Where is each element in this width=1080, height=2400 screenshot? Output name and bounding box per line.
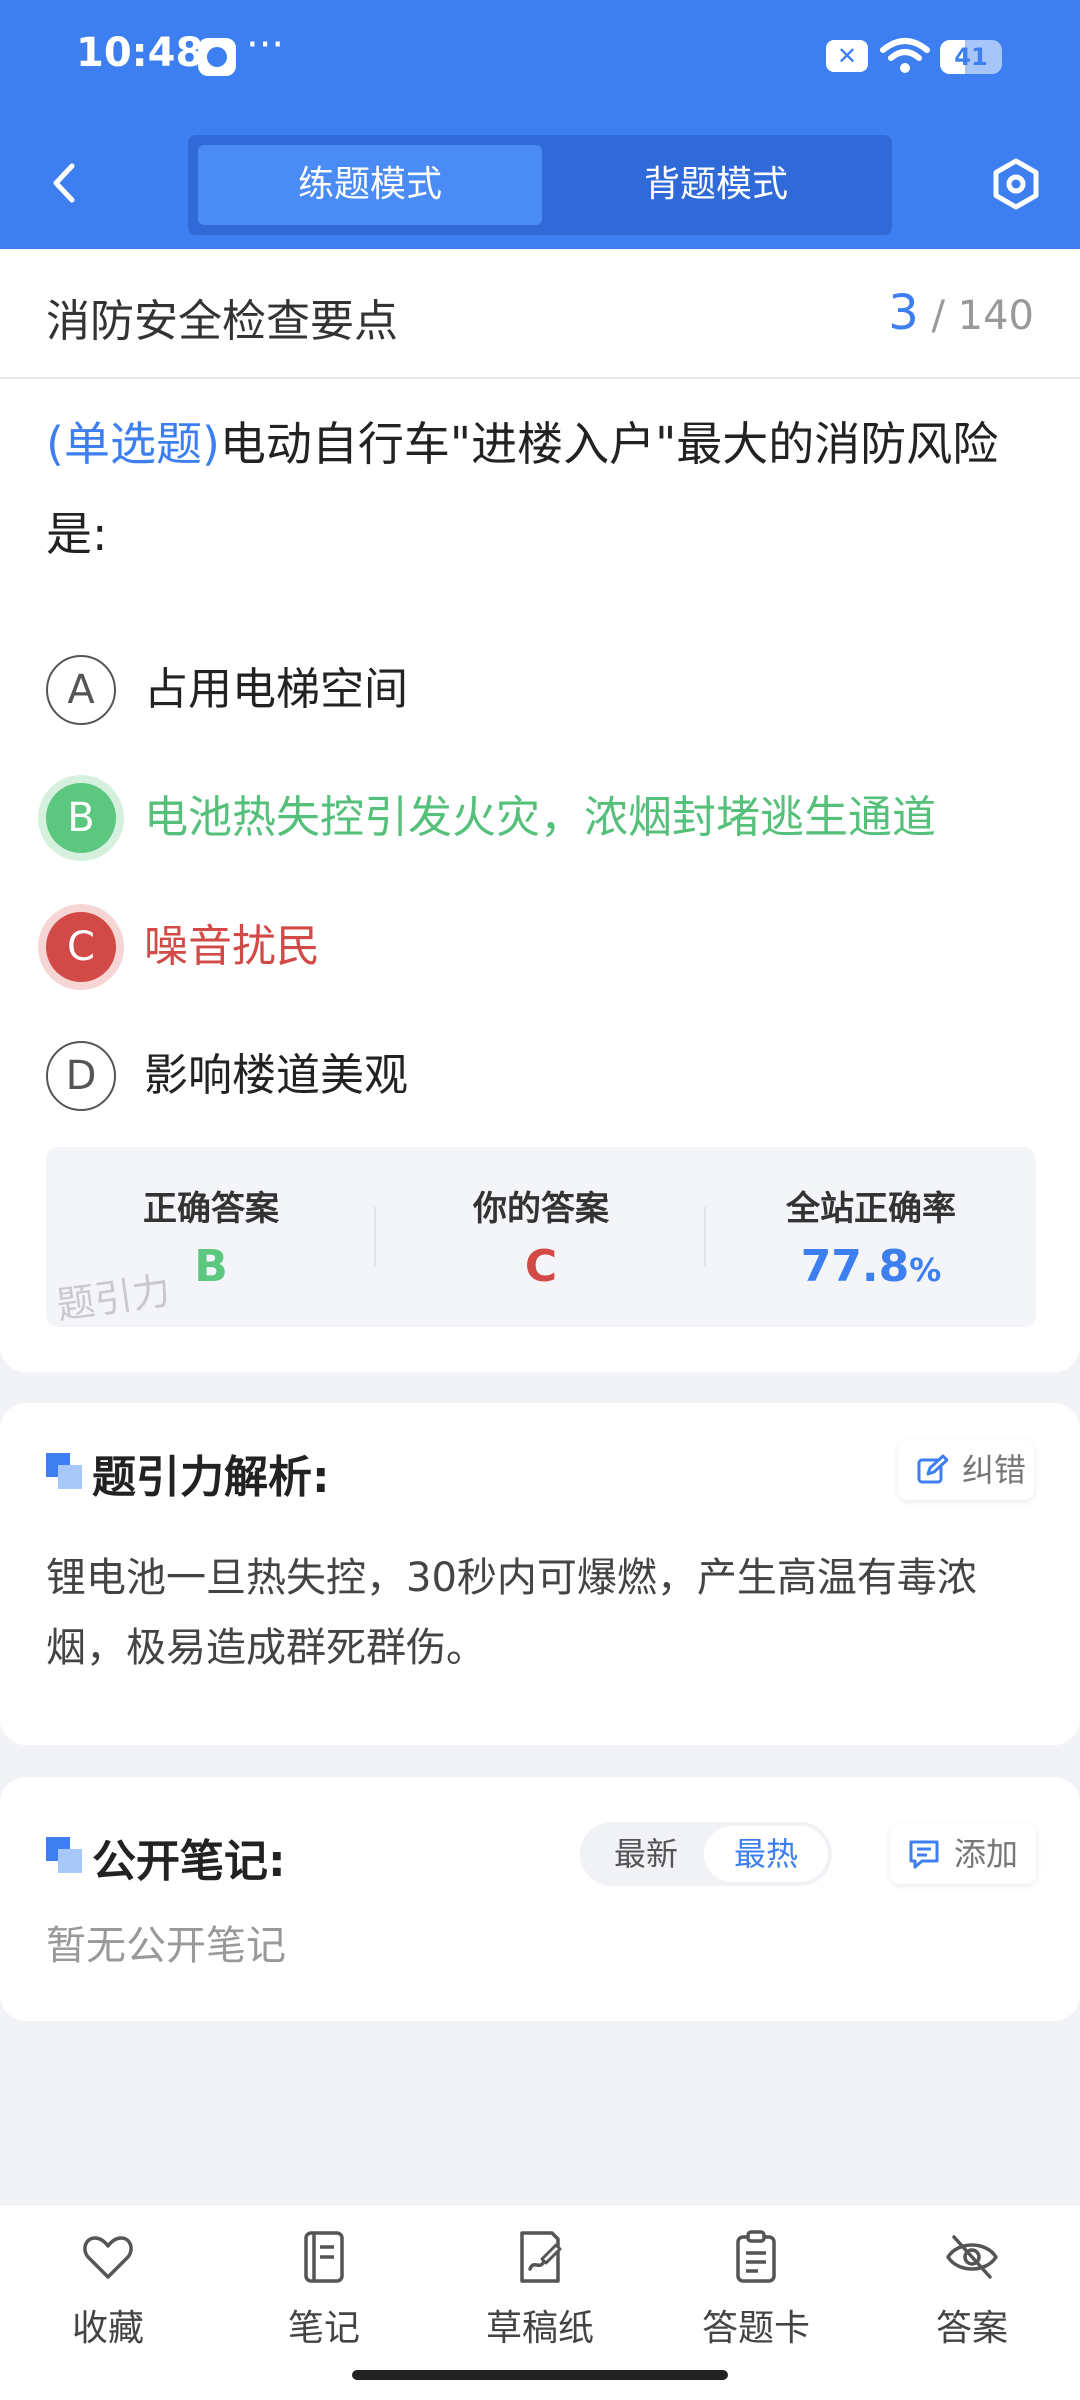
- correct-answer-label: 正确答案: [143, 1189, 279, 1229]
- question-card: 消防安全检查要点 3 / 140 (单选题)电动自行车"进楼入户"最大的消防风险…: [0, 249, 1080, 1372]
- option-c[interactable]: C 噪音扰民: [46, 906, 1036, 986]
- chapter-title: 消防安全检查要点: [46, 296, 398, 347]
- answer-sheet-icon: [736, 2230, 776, 2283]
- edit-icon: [917, 1454, 948, 1484]
- nav-label: 草稿纸: [485, 2308, 594, 2349]
- accuracy-label: 全站正确率: [786, 1189, 956, 1229]
- wifi-icon: [880, 38, 930, 73]
- accuracy-number: 77.8: [800, 1241, 910, 1292]
- total-questions: / 140: [931, 293, 1034, 339]
- header: 10:48 ··· ✕ 41 练题模式 背题模式: [0, 0, 1080, 249]
- nav-favorite[interactable]: 收藏: [0, 2229, 216, 2369]
- app-notification-icon: [198, 38, 236, 76]
- accuracy-column: 全站正确率 77.8%: [706, 1147, 1036, 1327]
- home-indicator[interactable]: [352, 2370, 728, 2380]
- accuracy-unit: %: [909, 1251, 942, 1289]
- analysis-title: 题引力解析:: [92, 1452, 330, 1503]
- nav-answer-sheet[interactable]: 答题卡: [648, 2229, 864, 2369]
- mode-toggle: 练题模式 背题模式: [188, 135, 892, 235]
- section-icon: [46, 1837, 82, 1873]
- tab-practice-mode[interactable]: 练题模式: [198, 145, 542, 225]
- option-letter: A: [46, 655, 116, 725]
- your-answer-value: C: [524, 1241, 558, 1292]
- nav-answer[interactable]: 答案: [864, 2229, 1080, 2369]
- notebook-icon: [304, 2231, 344, 2283]
- notes-title: 公开笔记:: [92, 1836, 286, 1887]
- sort-newest[interactable]: 最新: [584, 1826, 708, 1882]
- nav-label: 答题卡: [701, 2308, 810, 2349]
- option-letter: B: [46, 783, 116, 853]
- notes-sort-toggle: 最新 最热: [580, 1822, 832, 1886]
- battery-level: 41: [954, 43, 988, 71]
- nav-label: 答案: [935, 2308, 1008, 2349]
- option-a[interactable]: A 占用电梯空间: [46, 649, 1036, 729]
- tab-memorize-mode[interactable]: 背题模式: [544, 145, 888, 225]
- add-note-button[interactable]: 添加: [890, 1824, 1036, 1884]
- report-error-button[interactable]: 纠错: [898, 1440, 1034, 1500]
- accuracy-value: 77.8%: [706, 1241, 1036, 1292]
- status-bar: 10:48 ··· ✕ 41: [0, 0, 1080, 118]
- your-answer-label: 你的答案: [473, 1189, 609, 1229]
- notes-card: 公开笔记: 最新 最热 添加 暂无公开笔记: [0, 1777, 1080, 2021]
- battery-icon: 41: [940, 40, 1002, 74]
- option-letter: D: [46, 1041, 116, 1111]
- option-b[interactable]: B 电池热失控引发火灾，浓烟封堵逃生通道: [46, 777, 1036, 857]
- analysis-card: 题引力解析: 纠错 锂电池一旦热失控，30秒内可爆燃，产生高温有毒浓烟，极易造成…: [0, 1403, 1080, 1745]
- question-type-label: (单选题): [46, 417, 220, 471]
- sort-hottest[interactable]: 最热: [704, 1826, 828, 1882]
- option-letter: C: [46, 912, 116, 982]
- analysis-text: 锂电池一旦热失控，30秒内可爆燃，产生高温有毒浓烟，极易造成群死群伤。: [46, 1555, 977, 1671]
- question-text: (单选题)电动自行车"进楼入户"最大的消防风险是:: [46, 399, 1036, 579]
- eye-off-icon: [946, 2235, 998, 2279]
- option-text: 影响楼道美观: [144, 1050, 408, 1101]
- report-error-label: 纠错: [962, 1451, 1027, 1489]
- add-note-label: 添加: [954, 1835, 1019, 1873]
- empty-notes-text: 暂无公开笔记: [46, 1923, 286, 1969]
- option-d[interactable]: D 影响楼道美观: [46, 1035, 1036, 1115]
- your-answer-column: 你的答案 C: [376, 1147, 706, 1327]
- option-text: 占用电梯空间: [144, 664, 408, 715]
- draft-icon: [520, 2231, 562, 2283]
- more-notifications-icon: ···: [246, 22, 285, 68]
- status-time: 10:48: [76, 30, 204, 76]
- question-counter: 3 / 140: [888, 285, 1034, 341]
- option-text: 电池热失控引发火灾，浓烟封堵逃生通道: [144, 792, 936, 843]
- chapter-row: 消防安全检查要点 3 / 140: [0, 249, 1080, 379]
- back-button[interactable]: [40, 158, 90, 208]
- answer-summary: 正确答案 B 你的答案 C 全站正确率 77.8% 题引力: [46, 1147, 1036, 1328]
- current-question-number: 3: [888, 285, 919, 341]
- settings-icon[interactable]: [990, 158, 1042, 210]
- section-icon: [46, 1453, 82, 1489]
- nav-label: 收藏: [71, 2308, 144, 2349]
- nav-draft[interactable]: 草稿纸: [432, 2229, 648, 2369]
- nav-label: 笔记: [287, 2308, 360, 2349]
- nav-notes[interactable]: 笔记: [216, 2229, 432, 2369]
- heart-icon: [83, 2236, 133, 2279]
- comment-icon: [909, 1840, 939, 1869]
- no-sim-icon: ✕: [826, 40, 868, 72]
- option-text: 噪音扰民: [144, 921, 320, 972]
